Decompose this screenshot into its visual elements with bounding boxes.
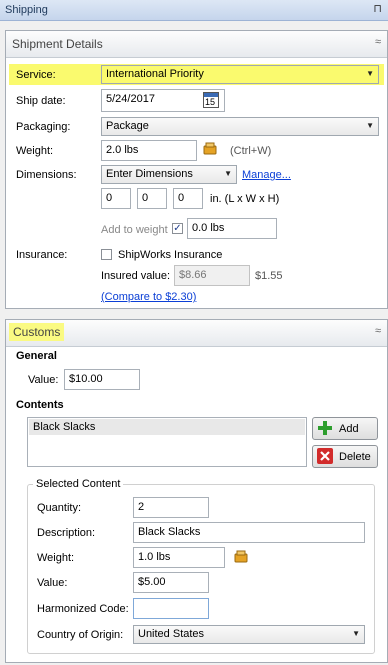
dimensions-unit: in. (L x W x H) xyxy=(210,193,280,205)
packaging-label: Packaging: xyxy=(16,121,71,133)
quantity-value: 2 xyxy=(138,501,145,513)
service-select[interactable]: International Priority ▼ xyxy=(101,65,379,84)
shipment-details-panel: Shipment Details ≈ Service: Internationa… xyxy=(5,30,388,309)
customs-value: $10.00 xyxy=(69,373,103,385)
delete-icon xyxy=(317,448,333,464)
quantity-input[interactable]: 2 xyxy=(133,497,209,518)
ship-date-value: 5/24/2017 xyxy=(106,93,155,105)
shipworks-insurance-checkbox[interactable] xyxy=(101,249,112,260)
service-value: International Priority xyxy=(106,68,204,80)
customs-value-input[interactable]: $10.00 xyxy=(64,369,140,390)
add-weight-input[interactable]: 0.0 lbs xyxy=(187,218,277,239)
country-of-origin-select[interactable]: United States ▼ xyxy=(133,625,365,644)
weight-shortcut-hint: (Ctrl+W) xyxy=(230,145,272,157)
weight-value: 2.0 lbs xyxy=(106,144,139,156)
compare-insurance-link[interactable]: (Compare to $2.30) xyxy=(101,291,196,303)
plus-icon xyxy=(317,420,333,436)
add-content-button[interactable]: Add xyxy=(312,417,378,440)
insured-value-input[interactable]: $8.66 xyxy=(174,265,250,286)
content-value-input[interactable]: $5.00 xyxy=(133,572,209,593)
window-title: Shipping xyxy=(5,4,48,16)
quantity-label: Quantity: xyxy=(37,502,82,514)
contents-list[interactable]: Black Slacks xyxy=(27,417,307,467)
height-value: 0 xyxy=(178,192,185,204)
country-of-origin-value: United States xyxy=(138,628,205,640)
dimensions-value: Enter Dimensions xyxy=(106,168,193,180)
add-weight-value: 0.0 lbs xyxy=(192,222,225,234)
description-value: Black Slacks xyxy=(138,526,201,538)
selected-content-title: Selected Content xyxy=(33,478,124,490)
insured-value: $8.66 xyxy=(179,269,207,281)
insurance-label: Insurance: xyxy=(16,249,68,261)
packaging-value: Package xyxy=(106,120,149,132)
insurance-cost: $1.55 xyxy=(255,270,283,282)
calendar-day: 15 xyxy=(205,97,216,107)
delete-content-button[interactable]: Delete xyxy=(312,445,378,468)
content-value: $5.00 xyxy=(138,576,166,588)
scale-icon[interactable] xyxy=(203,142,217,155)
add-to-weight-label: Add to weight xyxy=(101,224,168,236)
ship-date-label: Ship date: xyxy=(16,95,66,107)
chevron-down-icon: ▼ xyxy=(224,169,232,178)
delete-button-label: Delete xyxy=(339,451,371,463)
harmonized-code-label: Harmonized Code: xyxy=(37,603,129,615)
weight-label: Weight: xyxy=(16,145,54,157)
description-label: Description: xyxy=(37,527,96,539)
content-weight-value: 1.0 lbs xyxy=(138,551,171,563)
collapse-icon[interactable]: ≈ xyxy=(375,36,381,48)
length-input[interactable]: 0 xyxy=(101,188,131,209)
add-to-weight-checkbox[interactable]: ✓ xyxy=(172,223,183,234)
contents-heading: Contents xyxy=(16,399,64,411)
weight-input[interactable]: 2.0 lbs xyxy=(101,140,197,161)
shipworks-insurance-label: ShipWorks Insurance xyxy=(118,249,223,261)
customs-title: Customs xyxy=(9,323,65,341)
content-weight-input[interactable]: 1.0 lbs xyxy=(133,547,225,568)
manage-dimensions-link[interactable]: Manage... xyxy=(242,169,291,181)
general-heading: General xyxy=(16,350,57,362)
insured-value-label: Insured value: xyxy=(101,270,171,282)
content-value-label: Value: xyxy=(37,577,68,589)
description-input[interactable]: Black Slacks xyxy=(133,522,365,543)
chevron-down-icon: ▼ xyxy=(352,629,360,638)
calendar-icon[interactable]: 15 xyxy=(203,92,219,108)
list-item[interactable]: Black Slacks xyxy=(29,419,305,435)
customs-header[interactable]: Customs ≈ xyxy=(6,320,387,347)
window-titlebar: Shipping ⊓ xyxy=(0,0,388,21)
country-of-origin-label: Country of Origin: xyxy=(37,629,124,641)
customs-value-label: Value: xyxy=(28,374,59,386)
dimensions-label: Dimensions: xyxy=(16,169,77,181)
harmonized-code-input[interactable] xyxy=(133,598,209,619)
service-label: Service: xyxy=(16,69,56,81)
length-value: 0 xyxy=(106,192,113,204)
customs-panel: Customs ≈ General Value: $10.00 Contents… xyxy=(5,319,388,663)
scale-icon[interactable] xyxy=(234,550,248,563)
width-input[interactable]: 0 xyxy=(137,188,167,209)
collapse-icon[interactable]: ≈ xyxy=(375,325,381,337)
width-value: 0 xyxy=(142,192,149,204)
shipment-details-title: Shipment Details xyxy=(12,37,103,51)
add-button-label: Add xyxy=(339,423,359,435)
chevron-down-icon: ▼ xyxy=(366,69,374,78)
content-weight-label: Weight: xyxy=(37,552,75,564)
dimensions-select[interactable]: Enter Dimensions ▼ xyxy=(101,165,237,184)
contents-item-label: Black Slacks xyxy=(33,421,96,433)
chevron-down-icon: ▼ xyxy=(366,121,374,130)
packaging-select[interactable]: Package ▼ xyxy=(101,117,379,136)
shipment-details-header[interactable]: Shipment Details ≈ xyxy=(6,31,387,58)
pin-icon[interactable]: ⊓ xyxy=(373,2,382,15)
height-input[interactable]: 0 xyxy=(173,188,203,209)
